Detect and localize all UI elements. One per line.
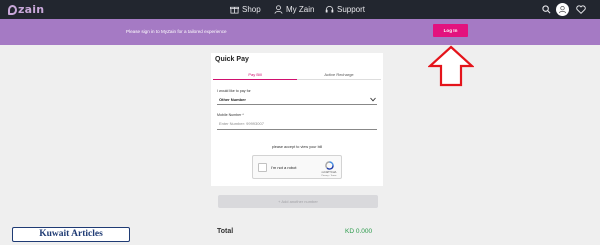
logo-text: zain [18, 3, 45, 16]
sign-in-banner: Please sign in to MyZain for a tailored … [0, 19, 600, 45]
captcha-terms-link[interactable]: Privacy - Terms [317, 175, 341, 177]
nav-item-support[interactable]: Support [325, 0, 365, 19]
tab-active-recharge[interactable]: Active Recharge [297, 70, 381, 80]
mobile-number-label: Mobile Number * [217, 113, 244, 117]
pay-for-select[interactable]: Other Number [217, 95, 377, 105]
nav-item-label: Support [337, 5, 366, 14]
gift-icon [230, 6, 239, 14]
banner-message: Please sign in to MyZain for a tailored … [126, 29, 227, 34]
selected-option: Other Number [219, 97, 246, 102]
log-in-button[interactable]: Log In [433, 24, 468, 37]
support-icon [325, 6, 334, 13]
tab-pay-bill[interactable]: Pay Bill [213, 70, 297, 80]
avatar-icon [558, 5, 567, 14]
top-nav: zain Shop My Zain Support [0, 0, 600, 19]
nav-item-shop[interactable]: Shop [230, 0, 261, 19]
search-icon[interactable] [542, 5, 551, 14]
avatar[interactable] [556, 3, 569, 16]
zain-logo-icon [8, 4, 17, 15]
captcha-label: I'm not a robot [271, 165, 297, 170]
chevron-down-icon [370, 97, 376, 102]
card-title: Quick Pay [215, 56, 249, 63]
add-another-number-button[interactable]: + Add another number [218, 195, 378, 208]
nav-item-label: Shop [242, 5, 261, 14]
zain-logo[interactable]: zain [8, 2, 44, 17]
captcha-checkbox[interactable] [258, 163, 267, 172]
total-value: KD 0.000 [345, 228, 373, 235]
mobile-number-input[interactable]: Enter Number: 99993007 [217, 119, 377, 130]
person-icon [274, 5, 283, 14]
nav-item-label: My Zain [286, 5, 315, 14]
heart-icon[interactable] [576, 5, 586, 14]
nav-item-my-zain[interactable]: My Zain [274, 0, 314, 19]
total-label: Total [217, 228, 234, 235]
up-arrow-annotation [428, 45, 474, 87]
pay-for-label: I would like to pay for [217, 89, 251, 93]
watermark: Kuwait Articles [12, 227, 130, 242]
recaptcha-widget: I'm not a robot reCAPTCHA Privacy - Term… [252, 155, 342, 179]
captcha-brand: reCAPTCHA [321, 171, 337, 174]
captcha-prompt: please accept to view your bill [271, 145, 323, 149]
quick-pay-card: Quick Pay Pay Bill Active Recharge I wou… [211, 53, 383, 186]
recaptcha-icon [325, 161, 334, 170]
